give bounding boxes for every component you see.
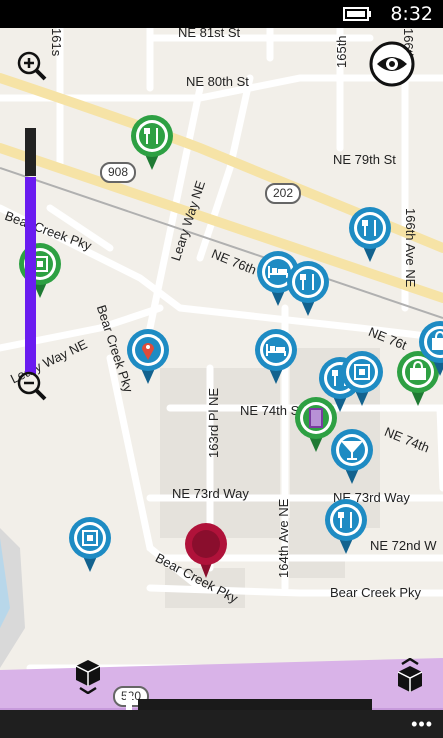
zoom-out-icon (17, 371, 47, 401)
street-label: NE 80th St (186, 74, 249, 89)
tilt-up-button[interactable] (394, 657, 426, 694)
zoom-in-button[interactable] (16, 50, 48, 82)
poi-pin-restaurant[interactable] (286, 260, 330, 316)
route-shield: 202 (265, 183, 301, 204)
street-label: 164th Ave NE (276, 498, 291, 578)
zoom-level-fill (25, 177, 36, 374)
street-label: 163rd Pl NE (206, 387, 221, 458)
poi-pin-restaurant[interactable] (324, 498, 368, 554)
tilt-slider-thumb[interactable] (126, 693, 132, 710)
zoom-track (25, 128, 36, 176)
tilt-down-button[interactable] (72, 658, 104, 695)
poi-pin-restaurant[interactable] (130, 114, 174, 170)
poi-pin-hotel[interactable] (254, 328, 298, 384)
location-dot-icon (185, 523, 227, 578)
more-options-button[interactable]: ••• (411, 714, 433, 735)
street-label: 166th Ave NE (403, 208, 418, 288)
poi-pin-shopping[interactable] (418, 320, 443, 376)
cube-up-icon (397, 657, 423, 692)
view-options-button[interactable] (368, 40, 416, 88)
street-label: 161s (49, 28, 64, 57)
zoom-out-button[interactable] (16, 370, 48, 402)
app-bar: ••• (0, 710, 443, 738)
map-view[interactable]: NE 81st St NE 80th St NE 79th St NE 76th… (0, 28, 443, 710)
bed-icon (255, 329, 297, 384)
street-label: NE 81st St (178, 28, 241, 40)
fork-knife-icon (131, 115, 173, 170)
zoom-level-slider[interactable] (25, 128, 36, 374)
status-time: 8:32 (390, 3, 433, 25)
poi-pin-location[interactable] (126, 328, 170, 384)
fork-knife-icon (287, 261, 329, 316)
fork-knife-icon (349, 207, 391, 262)
poi-pin-place[interactable] (68, 516, 112, 572)
current-location-marker[interactable] (184, 522, 228, 578)
street-label: 165th (334, 35, 349, 68)
street-label: NE 72nd W (370, 538, 437, 553)
battery-charging-icon (343, 7, 371, 21)
shopping-bag-icon (419, 321, 443, 376)
poi-pin-bar[interactable] (330, 428, 374, 484)
cocktail-icon (331, 429, 373, 484)
poi-pin-place[interactable] (340, 350, 384, 406)
street-label: NE 79th St (333, 152, 396, 167)
fork-knife-icon (325, 499, 367, 554)
poi-pin-restaurant[interactable] (348, 206, 392, 262)
cube-down-icon (75, 660, 101, 695)
tilt-slider[interactable] (126, 693, 372, 710)
box-icon (69, 517, 111, 572)
eye-icon (369, 41, 415, 87)
street-label: NE 73rd Way (172, 486, 249, 501)
box-icon (341, 351, 383, 406)
street-label: Bear Creek Pky (330, 585, 422, 600)
status-bar: 8:32 (0, 0, 443, 28)
map-marker-icon (127, 329, 169, 384)
zoom-in-icon (17, 51, 47, 81)
